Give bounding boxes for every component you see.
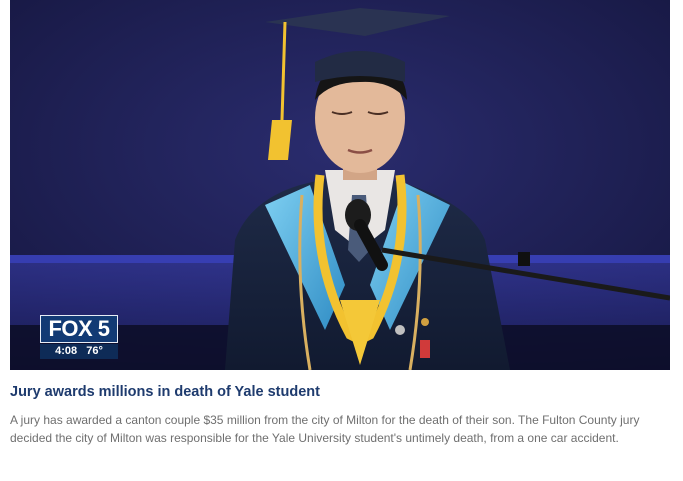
station-logo: FOX 5 4:08 76° xyxy=(40,315,118,359)
fox5-brand: FOX 5 xyxy=(40,315,118,343)
video-thumbnail[interactable]: FOX 5 4:08 76° xyxy=(10,0,670,370)
time-temp-ticker: 4:08 76° xyxy=(40,344,118,359)
news-card: FOX 5 4:08 76° Jury awards millions in d… xyxy=(0,0,683,481)
ticker-temperature: 76° xyxy=(86,345,103,357)
article-summary: A jury has awarded a canton couple $35 m… xyxy=(10,413,640,445)
ticker-time: 4:08 xyxy=(55,345,78,357)
article-headline[interactable]: Jury awards millions in death of Yale st… xyxy=(10,384,320,400)
